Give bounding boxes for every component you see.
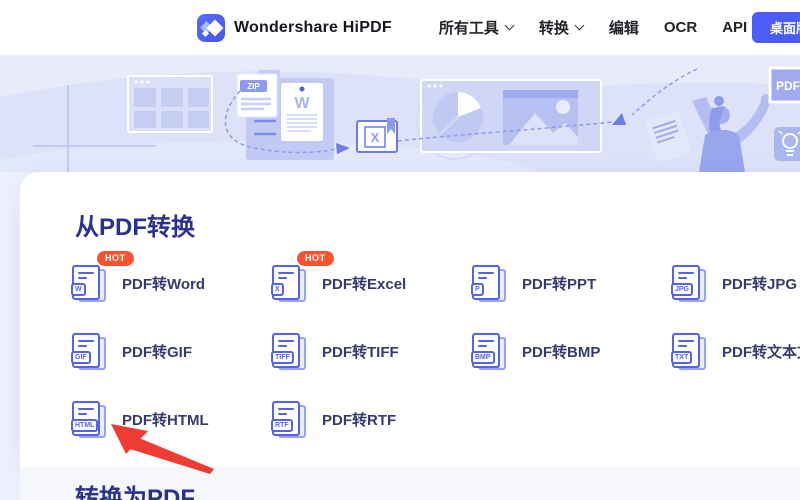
tool-pdf-to-tiff[interactable]: TIFF PDF转TIFF (272, 332, 472, 370)
tool-pdf-to-jpg[interactable]: JPG PDF转JPG (672, 264, 800, 302)
hipdf-logo-icon (197, 14, 225, 42)
word-file-icon: W (72, 264, 106, 302)
charts-window-illustration (421, 80, 601, 152)
tool-label: PDF转Excel (322, 273, 406, 294)
tool-label: PDF转JPG (722, 273, 797, 294)
tool-pdf-to-word[interactable]: HOT W PDF转Word (72, 264, 272, 302)
tool-label: PDF转RTF (322, 409, 396, 430)
thumbnail-grid-window (128, 76, 212, 132)
tool-label: PDF转TIFF (322, 341, 399, 362)
svg-text:X: X (371, 130, 380, 145)
zip-file-illustration: ZIP (237, 70, 280, 117)
convert-to-pdf-section: 转换为PDF (20, 467, 800, 500)
pdf-badge-illustration: PDF (770, 68, 800, 102)
tool-pdf-to-rtf[interactable]: RTF PDF转RTF (272, 400, 472, 438)
nav-item-label: 转换 (539, 17, 569, 38)
excel-file-icon: X (272, 264, 306, 302)
tool-label: PDF转BMP (522, 341, 600, 362)
nav-item-all-tools[interactable]: 所有工具 (439, 17, 514, 38)
tool-label: PDF转PPT (522, 273, 596, 294)
nav-menu: 所有工具 转换 编辑 OCR API (414, 17, 747, 38)
section-title-from-pdf: 从PDF转换 (75, 214, 800, 242)
navbar: Wondershare HiPDF 所有工具 转换 编辑 OCR API (0, 0, 800, 55)
rtf-file-icon: RTF (272, 400, 306, 438)
section-title-to-pdf: 转换为PDF (75, 485, 800, 500)
tool-grid: HOT W PDF转Word HOT X PDF转Excel (72, 264, 800, 438)
gif-file-icon: GIF (72, 332, 106, 370)
svg-text:W: W (294, 95, 310, 112)
nav-item-convert[interactable]: 转换 (539, 17, 584, 38)
chevron-down-icon (505, 21, 514, 30)
tool-pdf-to-excel[interactable]: HOT X PDF转Excel (272, 264, 472, 302)
nav-item-label: 所有工具 (439, 17, 499, 38)
tool-label: PDF转Word (122, 273, 205, 294)
nav-item-label: OCR (664, 19, 697, 36)
nav-item-label: API (722, 19, 747, 36)
svg-text:ZIP: ZIP (247, 82, 260, 91)
hot-badge: HOT (97, 251, 134, 266)
hero-banner: W ZIP X (0, 55, 800, 172)
lightbulb-icon (774, 127, 800, 161)
convert-from-pdf-card: 从PDF转换 HOT W PDF转Word HOT X PDF转Exce (20, 172, 800, 467)
bmp-file-icon: BMP (472, 332, 506, 370)
tiff-file-icon: TIFF (272, 332, 306, 370)
txt-file-icon: TXT (672, 332, 706, 370)
tool-pdf-to-html[interactable]: HTML PDF转HTML (72, 400, 272, 438)
tool-pdf-to-bmp[interactable]: BMP PDF转BMP (472, 332, 672, 370)
tool-pdf-to-ppt[interactable]: P PDF转PPT (472, 264, 672, 302)
tool-pdf-to-txt[interactable]: TXT PDF转文本文档 (672, 332, 800, 370)
nav-item-label: 编辑 (609, 17, 639, 38)
tool-label: PDF转HTML (122, 409, 209, 430)
nav-item-edit[interactable]: 编辑 (609, 17, 639, 38)
hot-badge: HOT (297, 251, 334, 266)
tool-label: PDF转文本文档 (722, 341, 800, 362)
tool-label: PDF转GIF (122, 341, 192, 362)
ppt-file-icon: P (472, 264, 506, 302)
jpg-file-icon: JPG (672, 264, 706, 302)
nav-item-ocr[interactable]: OCR (664, 19, 697, 36)
desktop-app-button[interactable]: 桌面版 (752, 12, 800, 43)
hipdf-page: Wondershare HiPDF 所有工具 转换 编辑 OCR API (0, 0, 800, 500)
brand-logo[interactable]: Wondershare HiPDF (197, 14, 392, 42)
chevron-down-icon (575, 21, 584, 30)
html-file-icon: HTML (72, 400, 106, 438)
nav-item-api[interactable]: API (722, 19, 747, 36)
excel-file-illustration: X (357, 118, 397, 152)
brand-name: Wondershare HiPDF (234, 19, 392, 37)
tool-pdf-to-gif[interactable]: GIF PDF转GIF (72, 332, 272, 370)
svg-text:PDF: PDF (776, 79, 800, 93)
